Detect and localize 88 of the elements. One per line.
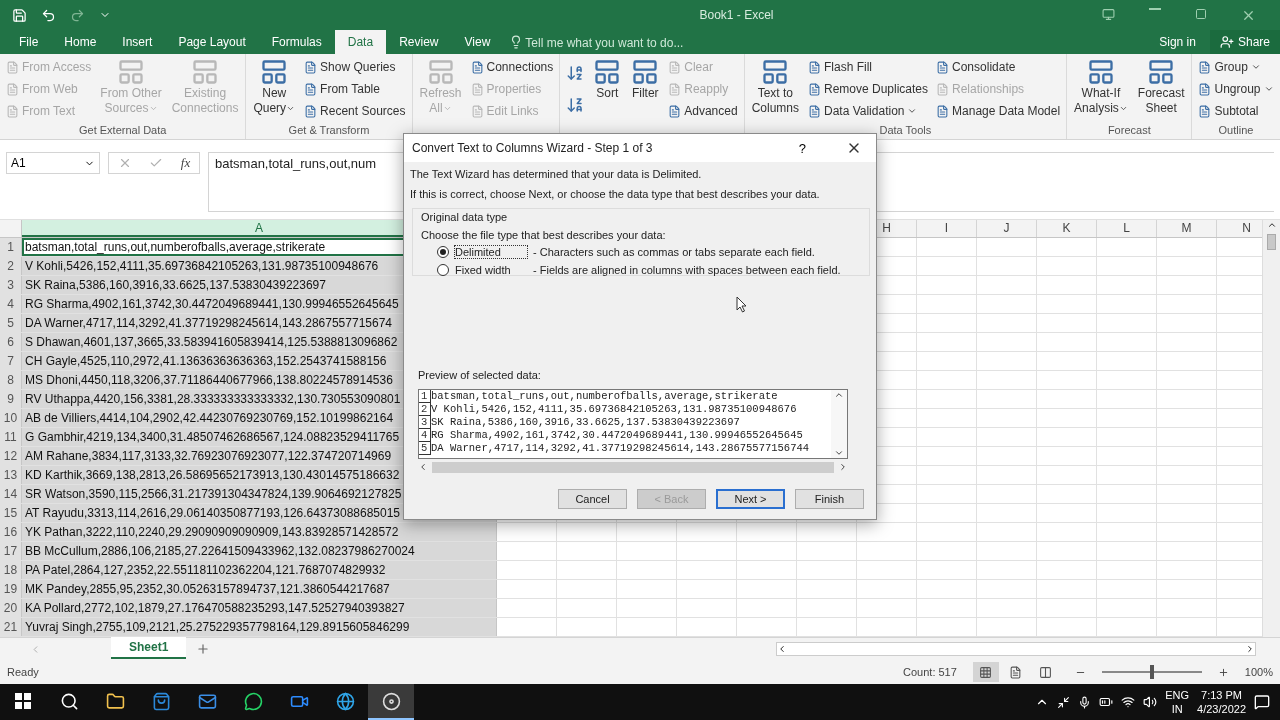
intro-text: The Text Wizard has determined that your data is Delimited. xyxy=(410,168,703,180)
ribbon-button[interactable]: What-If Analysis xyxy=(1071,56,1131,123)
ribbon-button[interactable]: New Query xyxy=(250,56,299,123)
row-header[interactable]: 12 xyxy=(0,447,22,465)
count-text: Count: 517 xyxy=(903,666,957,678)
row-header[interactable]: 11 xyxy=(0,428,22,446)
row-header[interactable]: 21 xyxy=(0,618,22,636)
row-header[interactable]: 13 xyxy=(0,466,22,484)
status-text: Ready xyxy=(7,666,39,678)
row-header[interactable]: 9 xyxy=(0,390,22,408)
row-header[interactable]: 20 xyxy=(0,599,22,617)
ribbon-button[interactable]: Forecast Sheet xyxy=(1134,56,1188,123)
menu-tab[interactable]: Review xyxy=(386,30,452,54)
group-label: Outline xyxy=(1217,123,1255,138)
row-header[interactable]: 7 xyxy=(0,352,22,370)
menu-tab[interactable]: View xyxy=(451,30,504,54)
ribbon-button[interactable]: Text to Columns xyxy=(748,56,802,123)
window-title: Book1 - Excel xyxy=(698,8,775,22)
ribbon-button[interactable]: Group xyxy=(1196,56,1276,78)
ribbon-button[interactable]: Connections xyxy=(468,56,556,78)
hint-text: If this is correct, choose Next, or choose the data type that best describes your data. xyxy=(410,188,821,200)
table-cell: MK Pandey,2855,95,2352,30.05263157894737,121.3860544217687 xyxy=(22,580,497,598)
ribbon-button[interactable]: Show Queries xyxy=(302,56,408,78)
table-cell: Yuvraj Singh,2755,109,2121,25.275229357798164,129.8915605846299 xyxy=(22,618,497,636)
ribbon-button[interactable]: Flash Fill xyxy=(806,56,931,78)
table-cell: BB McCullum,2886,106,2185,27.22641509433962,132.08237986270024 xyxy=(22,542,497,560)
row-header[interactable]: 4 xyxy=(0,295,22,313)
row-header[interactable]: 8 xyxy=(0,371,22,389)
row-header[interactable]: 15 xyxy=(0,504,22,522)
line-number: 1 xyxy=(419,390,431,403)
insert-function-button[interactable]: fx xyxy=(180,155,191,171)
name-box[interactable]: A1 xyxy=(6,152,100,174)
menu-tab[interactable]: File xyxy=(6,30,52,54)
ribbon-button[interactable]: Ungroup xyxy=(1196,78,1276,100)
ribbon-button[interactable]: Filter xyxy=(628,56,663,123)
table-cell: YK Pathan,3222,110,2240,29.29090909090909,143.83928571428572 xyxy=(22,523,497,541)
language-text[interactable]: ENG xyxy=(1165,688,1190,702)
row-header[interactable]: 5 xyxy=(0,314,22,332)
option-description: - Characters such as commas or tabs separate each field. xyxy=(533,246,815,258)
ribbon-button[interactable]: Consolidate xyxy=(934,56,1063,78)
ribbon-button[interactable]: Sort xyxy=(590,56,625,123)
ribbon-button[interactable]: From Table xyxy=(302,78,408,100)
menu-tab[interactable]: Data xyxy=(334,30,387,54)
dialog-title: Convert Text to Columns Wizard - Step 1 of 3 xyxy=(412,141,654,155)
row-header[interactable]: 18 xyxy=(0,561,22,579)
line-number: 3 xyxy=(419,416,431,429)
sign-in-link[interactable]: Sign in xyxy=(1159,35,1196,49)
row-header[interactable]: 17 xyxy=(0,542,22,560)
row-header[interactable]: 1 xyxy=(0,238,22,256)
ribbon-button[interactable]: Remove Duplicates xyxy=(806,78,931,100)
tell-me-field[interactable]: Tell me what you want to do... xyxy=(523,32,724,54)
row-header[interactable]: 19 xyxy=(0,580,22,598)
clock-date[interactable]: 4/23/2022 xyxy=(1197,702,1246,716)
ribbon-button[interactable]: Data Validation xyxy=(806,100,931,122)
zoom-reading: 100% xyxy=(1244,666,1273,678)
dialog-button[interactable]: Next > xyxy=(716,489,785,509)
ribbon-button[interactable]: Advanced xyxy=(666,100,740,122)
ribbon-button[interactable]: Recent Sources xyxy=(302,100,408,122)
line-number: 4 xyxy=(419,429,431,442)
option-description: - Fields are aligned in columns with spaces between each field. xyxy=(533,264,841,276)
clock-time[interactable]: 7:13 PM xyxy=(1201,688,1242,702)
region-text[interactable]: IN xyxy=(1171,702,1183,716)
table-cell: PA Patel,2864,127,2352,22.551181102362204,121.7687074829932 xyxy=(22,561,497,579)
menu-tab[interactable]: Home xyxy=(51,30,110,54)
row-header[interactable]: 3 xyxy=(0,276,22,294)
row-header[interactable]: 14 xyxy=(0,485,22,503)
row-header[interactable]: 16 xyxy=(0,523,22,541)
group-label: Get External Data xyxy=(78,123,168,138)
menu-tab[interactable]: Insert xyxy=(109,30,166,54)
sheet-tab[interactable]: Sheet1 xyxy=(111,637,187,659)
menu-tab[interactable]: Formulas xyxy=(258,30,335,54)
share-button[interactable]: Share xyxy=(1209,30,1280,54)
group-title: Original data type xyxy=(421,211,509,223)
ribbon-button[interactable]: Subtotal xyxy=(1196,100,1276,122)
line-number: 5 xyxy=(419,442,431,455)
dialog-button[interactable]: Finish xyxy=(795,489,864,509)
ribbon-button[interactable]: Manage Data Model xyxy=(934,100,1063,122)
row-header[interactable]: 2 xyxy=(0,257,22,275)
table-cell: KA Pollard,2772,102,1879,27.176470588235293,147.52527940393827 xyxy=(22,599,497,617)
group-label: Data Tools xyxy=(878,123,933,138)
menu-tab[interactable]: Page Layout xyxy=(165,30,259,54)
group-label: Get & Transform xyxy=(287,123,371,138)
help-button[interactable]: ? xyxy=(792,139,812,157)
dialog-button[interactable]: Cancel xyxy=(558,489,627,509)
line-number: 2 xyxy=(419,403,431,416)
group-label: Forecast xyxy=(1106,123,1152,138)
row-header[interactable]: 6 xyxy=(0,333,22,351)
row-header[interactable]: 10 xyxy=(0,409,22,427)
